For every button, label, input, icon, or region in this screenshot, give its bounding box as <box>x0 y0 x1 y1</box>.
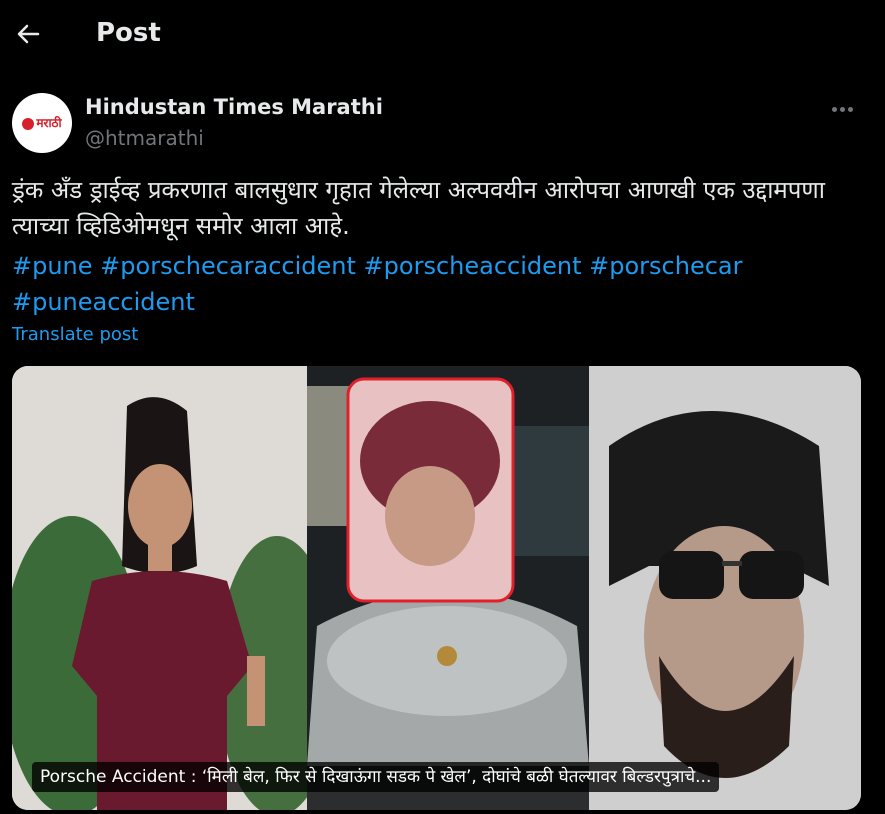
post-hashtags: #pune #porschecaraccident #porscheaccide… <box>12 248 862 320</box>
post-text: ड्रंक अँड ड्राईव्ह प्रकरणात बालसुधार गृह… <box>12 176 825 240</box>
page-title: Post <box>96 18 161 48</box>
more-horizontal-icon <box>832 107 837 112</box>
more-options-button[interactable] <box>832 97 864 117</box>
arrow-left-icon <box>17 24 40 44</box>
media-panel-right <box>589 366 861 810</box>
avatar[interactable]: मराठी <box>12 93 72 153</box>
translate-post-link[interactable]: Translate post <box>12 324 138 345</box>
top-bar: Post <box>0 0 885 72</box>
post-media[interactable]: Porsche Accident : ‘मिली बेल, फिर से दिख… <box>12 366 861 810</box>
media-caption: Porsche Accident : ‘मिली बेल, फिर से दिख… <box>32 762 720 792</box>
author-handle[interactable]: @htmarathi <box>85 126 204 150</box>
hashtag-link[interactable]: #porscheaccident <box>364 252 582 280</box>
back-button[interactable] <box>12 18 44 50</box>
media-panel-center <box>307 366 589 810</box>
hashtag-link[interactable]: #pune <box>12 252 93 280</box>
avatar-logo: मराठी <box>15 113 69 133</box>
media-panel-left <box>12 366 307 810</box>
hashtag-link[interactable]: #puneaccident <box>12 288 195 316</box>
author-name[interactable]: Hindustan Times Marathi <box>85 95 383 119</box>
hashtag-link[interactable]: #porschecaraccident <box>100 252 356 280</box>
hashtag-link[interactable]: #porschecar <box>589 252 742 280</box>
